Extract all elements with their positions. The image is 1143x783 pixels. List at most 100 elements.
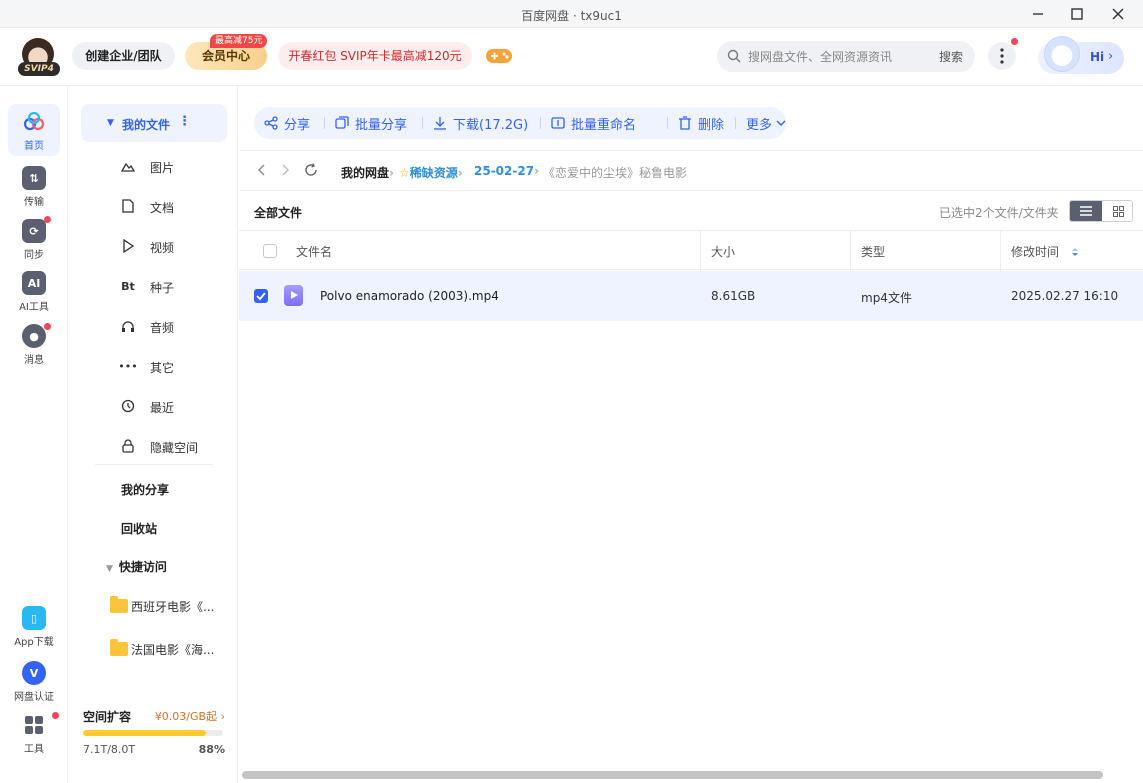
caret-down-icon: ▼	[107, 118, 114, 128]
message-icon: ●	[22, 324, 46, 348]
rail-item-sync[interactable]: ⟳ 同步	[8, 219, 60, 261]
folder-icon	[110, 639, 128, 656]
search-button[interactable]: 搜索	[939, 48, 963, 65]
column-header-name[interactable]: 文件名	[296, 243, 332, 260]
column-divider[interactable]	[850, 231, 851, 271]
rail-item-home[interactable]: 首页	[8, 104, 60, 156]
horizontal-scrollbar[interactable]	[242, 771, 1103, 779]
chevron-left-icon	[258, 164, 265, 176]
rail-item-messages[interactable]: ● 消息	[8, 324, 60, 366]
breadcrumb-item[interactable]: 25-02-27›	[474, 164, 539, 178]
close-button[interactable]	[1107, 4, 1129, 24]
rail-item-verify[interactable]: V 网盘认证	[8, 661, 60, 703]
left-rail: 首页 ⇅ 传输 ⟳ 同步 AI AI工具 ● 消息 ▯ App下载 V 网盘认证…	[0, 86, 68, 783]
storage-percent: 88%	[198, 743, 225, 756]
file-list-header: 全部文件 已选中2个文件/文件夹	[239, 190, 1143, 230]
avatar[interactable]: SVIP4	[18, 38, 60, 76]
batch-rename-button[interactable]: 批量重命名	[551, 115, 636, 133]
file-list-title: 全部文件	[254, 206, 303, 220]
app-download-icon: ▯	[22, 606, 46, 630]
tools-icon	[22, 713, 46, 737]
top-header: SVIP4 创建企业/团队 会员中心 最高减75元 开春红包 SVIP年卡最高减…	[0, 28, 1143, 86]
audio-icon	[120, 318, 136, 334]
column-header-type[interactable]: 类型	[861, 243, 885, 260]
minimize-button[interactable]	[1027, 4, 1049, 24]
file-name[interactable]: Polvo enamorado (2003).mp4	[320, 289, 499, 303]
refresh-icon	[305, 163, 317, 176]
search-icon	[727, 49, 741, 63]
chevron-down-icon	[776, 120, 786, 126]
create-team-button[interactable]: 创建企业/团队	[72, 42, 175, 70]
batch-share-icon	[335, 116, 349, 129]
back-button[interactable]	[257, 163, 267, 181]
sidebar-quick-access[interactable]: ▼ 快捷访问	[106, 558, 167, 575]
sidebar-item-recycle-bin[interactable]: 回收站	[121, 520, 157, 537]
rail-label: 首页	[24, 141, 44, 152]
rail-label: App下载	[14, 637, 54, 648]
sort-icon	[1071, 248, 1078, 256]
file-size: 8.61GB	[711, 289, 756, 303]
sidebar-item-label: 我的文件	[122, 118, 171, 132]
storage-price-link[interactable]: ¥0.03/GB起 ›	[155, 708, 225, 724]
refresh-button[interactable]	[304, 163, 318, 181]
promo-banner[interactable]: 开春红包 SVIP年卡最高减120元	[278, 42, 472, 70]
assistant-button[interactable]: Hi ›	[1038, 36, 1124, 74]
minimize-icon	[1033, 13, 1043, 15]
quick-folder-item[interactable]: 法国电影《海...	[110, 639, 214, 658]
image-icon	[120, 158, 136, 174]
vertical-dots-icon[interactable]: ⋮	[178, 114, 191, 129]
divider	[667, 117, 668, 129]
download-button[interactable]: 下载(17.2G)	[433, 115, 528, 133]
view-toggle	[1069, 200, 1133, 222]
video-icon	[120, 238, 136, 254]
more-menu-button[interactable]	[988, 42, 1016, 70]
sidebar-item-my-share[interactable]: 我的分享	[121, 481, 169, 498]
list-view-button[interactable]	[1070, 201, 1102, 221]
divider	[540, 117, 541, 129]
main-content: 分享 批量分享 下载(17.2G) 批量重命名 删除 更多 我的网盘› ☆稀缺资…	[239, 86, 1143, 783]
table-header: 文件名 大小 类型 修改时间	[239, 230, 1143, 271]
close-icon	[1112, 8, 1124, 20]
storage-used: 7.1T/8.0T	[83, 743, 136, 756]
breadcrumb-root[interactable]: 我的网盘›	[341, 164, 394, 181]
rail-item-ai-tools[interactable]: AI AI工具	[8, 271, 60, 313]
sync-dot	[44, 216, 51, 223]
navigation-row: 我的网盘› ☆稀缺资源› 25-02-27› 《恋爱中的尘埃》秘鲁电影	[239, 150, 1143, 190]
video-file-icon	[284, 285, 303, 306]
vip-discount-tag: 最高减75元	[210, 34, 268, 48]
breadcrumb-current: 《恋爱中的尘埃》秘鲁电影	[543, 166, 688, 180]
grid-view-button[interactable]	[1102, 201, 1132, 221]
search-input[interactable]	[748, 47, 928, 66]
column-divider[interactable]	[700, 231, 701, 271]
select-all-checkbox[interactable]	[263, 244, 277, 258]
column-divider[interactable]	[1000, 231, 1001, 271]
rail-item-tools[interactable]: 工具	[8, 713, 60, 755]
column-header-size[interactable]: 大小	[711, 243, 735, 260]
rail-item-app-download[interactable]: ▯ App下载	[8, 606, 60, 648]
share-button[interactable]: 分享	[264, 115, 310, 133]
title-bar: 百度网盘 · tx9uc1	[0, 0, 1143, 28]
torrent-icon: Bt	[121, 279, 135, 293]
column-header-modified[interactable]: 修改时间	[1011, 243, 1079, 260]
row-checkbox[interactable]	[254, 289, 268, 303]
document-icon	[120, 198, 136, 214]
quick-folder-item[interactable]: 西班牙电影《...	[110, 596, 214, 615]
messages-dot	[44, 323, 51, 330]
more-actions-button[interactable]: 更多	[746, 115, 786, 133]
divider	[324, 117, 325, 129]
game-controller-icon[interactable]	[485, 46, 513, 66]
sidebar-item-my-files[interactable]: ▼ 我的文件 ⋮	[81, 104, 227, 142]
maximize-button[interactable]	[1066, 4, 1088, 24]
forward-button[interactable]	[280, 163, 290, 181]
sync-icon: ⟳	[22, 219, 46, 243]
vertical-dots-icon	[1000, 48, 1004, 64]
assistant-label: Hi	[1090, 50, 1105, 64]
table-row[interactable]: Polvo enamorado (2003).mp4 8.61GB mp4文件 …	[239, 271, 1143, 321]
caret-down-icon: ▼	[106, 564, 113, 574]
delete-button[interactable]: 删除	[678, 115, 724, 133]
trash-icon	[679, 116, 691, 130]
rail-item-transfer[interactable]: ⇅ 传输	[8, 166, 60, 208]
batch-share-button[interactable]: 批量分享	[335, 115, 407, 133]
breadcrumb-item[interactable]: ☆稀缺资源›	[399, 164, 463, 181]
grid-icon	[1112, 205, 1124, 217]
